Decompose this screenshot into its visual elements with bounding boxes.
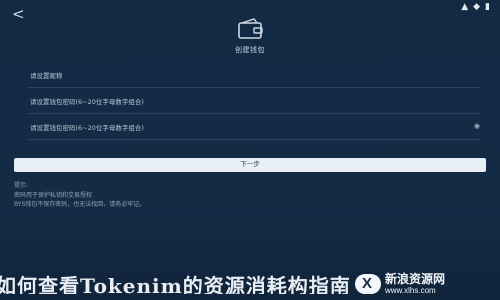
- next-button-label: 下一步: [240, 161, 260, 168]
- divider: [28, 113, 480, 114]
- status-icons: ▲ ◆ ▮: [461, 2, 490, 12]
- wallet-name-placeholder: 请设置昵称: [30, 72, 63, 80]
- watermark: X 新浪资源网 www.xlhs.com: [355, 272, 500, 298]
- notes-line: BYS钱包不保存密码，也无法找回，请务必牢记。: [14, 201, 146, 208]
- page-title: 创建钱包: [235, 46, 265, 54]
- password-placeholder: 请设置钱包密码(6~20位字母数字组合): [30, 98, 144, 106]
- caption-text: 如何查看Tokenim的资源消耗构指南: [0, 274, 351, 294]
- app-screen: < ▲ ◆ ▮ 创建钱包 请设置昵称 请设置钱包密码(6~20位字母数字组合) …: [0, 0, 500, 300]
- confirm-password-field[interactable]: 请设置钱包密码(6~20位字母数字组合) ◉: [28, 120, 480, 140]
- notes-block: 提示: 密码用于保护私钥和交易授权 BYS钱包不保存密码，也无法找回，请务必牢记…: [14, 180, 484, 209]
- watermark-brand: 新浪资源网: [385, 272, 446, 286]
- confirm-password-placeholder: 请设置钱包密码(6~20位字母数字组合): [30, 124, 144, 132]
- notes-line: 密码用于保护私钥和交易授权: [14, 192, 93, 199]
- signal-icon: ▲: [461, 2, 469, 12]
- password-field[interactable]: 请设置钱包密码(6~20位字母数字组合): [28, 94, 480, 114]
- watermark-logo-icon: X: [355, 274, 381, 294]
- watermark-url: www.xlhs.com: [385, 286, 436, 295]
- status-bar: < ▲ ◆ ▮: [0, 0, 500, 22]
- notes-title: 提示:: [14, 182, 29, 189]
- divider: [28, 139, 480, 140]
- next-button[interactable]: 下一步: [14, 158, 486, 172]
- battery-icon: ▮: [485, 2, 490, 12]
- wallet-icon: [238, 18, 263, 39]
- divider: [28, 87, 480, 88]
- wallet-name-field[interactable]: 请设置昵称: [28, 68, 480, 88]
- eye-icon[interactable]: ◉: [474, 122, 480, 130]
- back-icon[interactable]: <: [12, 6, 28, 22]
- wifi-icon: ◆: [473, 2, 481, 12]
